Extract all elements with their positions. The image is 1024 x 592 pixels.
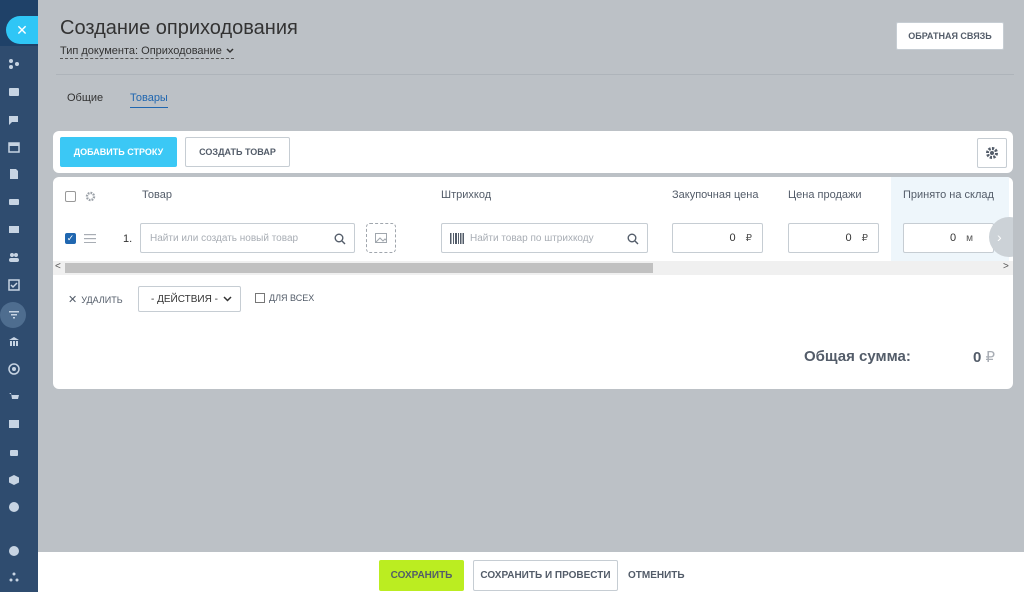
cart-icon[interactable] (8, 391, 20, 403)
sale-price-input[interactable]: 0 ₽ (788, 223, 879, 253)
received-value: 0 (950, 232, 957, 244)
bank-icon[interactable] (8, 336, 20, 348)
delete-button[interactable]: ✕ УДАЛИТЬ (68, 293, 123, 306)
box-icon[interactable] (8, 474, 20, 486)
network-icon[interactable] (8, 571, 20, 583)
sale-price-value: 0 (845, 232, 852, 244)
scrollbar-thumb[interactable] (65, 263, 653, 273)
users-icon[interactable] (8, 251, 20, 263)
products-toolbar: ДОБАВИТЬ СТРОКУ СОЗДАТЬ ТОВАР (53, 131, 1013, 173)
column-header-barcode: Штрихкод (441, 189, 492, 201)
purchase-price-value: 0 (729, 232, 736, 244)
tab-general[interactable]: Общие (67, 92, 103, 104)
save-and-post-button[interactable]: СОХРАНИТЬ И ПРОВЕСТИ (473, 560, 618, 591)
total-sum-value: 0 ₽ (973, 348, 995, 366)
column-header-sale-price: Цена продажи (788, 189, 862, 201)
chevron-down-icon (223, 296, 232, 302)
card-icon[interactable] (8, 86, 20, 98)
unit-label: м (966, 232, 973, 244)
image-icon (375, 233, 387, 243)
doc-type-label: Тип документа: Оприходование (60, 45, 222, 57)
column-header-product: Товар (142, 189, 172, 201)
table-settings-button[interactable] (977, 138, 1007, 168)
actions-dropdown[interactable]: - ДЕЙСТВИЯ - (138, 286, 241, 312)
received-quantity-input[interactable]: 0 м (903, 223, 994, 253)
chat-icon[interactable] (8, 114, 20, 126)
product-image-placeholder[interactable] (366, 223, 396, 253)
total-sum-label: Общая сумма: (804, 348, 911, 365)
horizontal-scrollbar[interactable]: < > (53, 261, 1013, 275)
currency-symbol: ₽ (745, 232, 752, 244)
for-all-checkbox-box[interactable] (255, 293, 265, 303)
tasks-icon[interactable] (8, 279, 20, 291)
contact-card-icon[interactable] (8, 418, 20, 430)
page-title: Создание оприходования (60, 17, 298, 39)
product-search-input[interactable]: Найти или создать новый товар (140, 223, 355, 253)
drag-handle-icon[interactable] (84, 234, 96, 243)
row-number: 1. (123, 233, 133, 245)
sitemap-icon[interactable] (8, 58, 20, 70)
drive-icon[interactable] (8, 196, 20, 208)
save-button[interactable]: СОХРАНИТЬ (379, 560, 464, 591)
close-slider-button[interactable]: ✕ (6, 16, 38, 44)
robot-icon[interactable] (8, 446, 20, 458)
for-all-checkbox[interactable]: ДЛЯ ВСЕХ (255, 293, 314, 303)
select-all-checkbox[interactable] (65, 191, 76, 202)
delete-label: УДАЛИТЬ (81, 294, 123, 305)
currency-symbol: ₽ (861, 232, 868, 244)
scroll-right-arrow-icon[interactable]: > (1003, 261, 1009, 272)
for-all-label: ДЛЯ ВСЕХ (269, 293, 315, 303)
left-sidebar: ✕ (0, 0, 38, 592)
column-settings-gear-icon[interactable] (85, 191, 96, 202)
mail-icon[interactable] (8, 223, 20, 235)
actions-dropdown-label: - ДЕЙСТВИЯ - (151, 293, 218, 305)
gear-icon (986, 147, 998, 159)
chevron-down-icon (226, 48, 234, 54)
create-product-button[interactable]: СОЗДАТЬ ТОВАР (185, 137, 290, 167)
footer-bar: СОХРАНИТЬ СОХРАНИТЬ И ПРОВЕСТИ ОТМЕНИТЬ (38, 552, 1024, 592)
header-divider (56, 74, 1014, 75)
feedback-button[interactable]: ОБРАТНАЯ СВЯЗЬ (896, 22, 1004, 50)
add-row-button[interactable]: ДОБАВИТЬ СТРОКУ (60, 137, 177, 167)
products-table: Товар Штрихкод Закупочная цена Цена прод… (53, 177, 1013, 389)
document-icon[interactable] (8, 168, 20, 180)
row-checkbox[interactable]: ✓ (65, 233, 76, 244)
calendar-icon[interactable] (8, 141, 20, 153)
barcode-search-placeholder: Найти товар по штрихкоду (470, 232, 594, 244)
search-icon (627, 233, 639, 245)
purchase-price-input[interactable]: 0 ₽ (672, 223, 763, 253)
column-header-received: Принято на склад (903, 189, 994, 201)
total-currency: ₽ (985, 349, 996, 366)
tab-products[interactable]: Товары (130, 92, 168, 108)
target-icon[interactable] (8, 363, 20, 375)
total-amount: 0 (973, 349, 982, 366)
doc-type-selector[interactable]: Тип документа: Оприходование (60, 45, 234, 59)
product-search-placeholder: Найти или создать новый товар (150, 232, 299, 244)
funnel-icon[interactable] (8, 309, 20, 321)
close-icon: ✕ (16, 21, 28, 38)
close-icon: ✕ (68, 294, 78, 306)
search-icon (334, 233, 346, 245)
barcode-icon (450, 233, 464, 244)
cancel-button[interactable]: ОТМЕНИТЬ (628, 570, 685, 581)
column-header-purchase-price: Закупочная цена (672, 189, 759, 201)
check-circle-icon[interactable] (8, 501, 20, 513)
scroll-left-arrow-icon[interactable]: < (55, 261, 61, 272)
barcode-search-input[interactable]: Найти товар по штрихкоду (441, 223, 648, 253)
chevron-right-icon: › (997, 229, 1002, 245)
help-icon[interactable] (8, 545, 20, 557)
